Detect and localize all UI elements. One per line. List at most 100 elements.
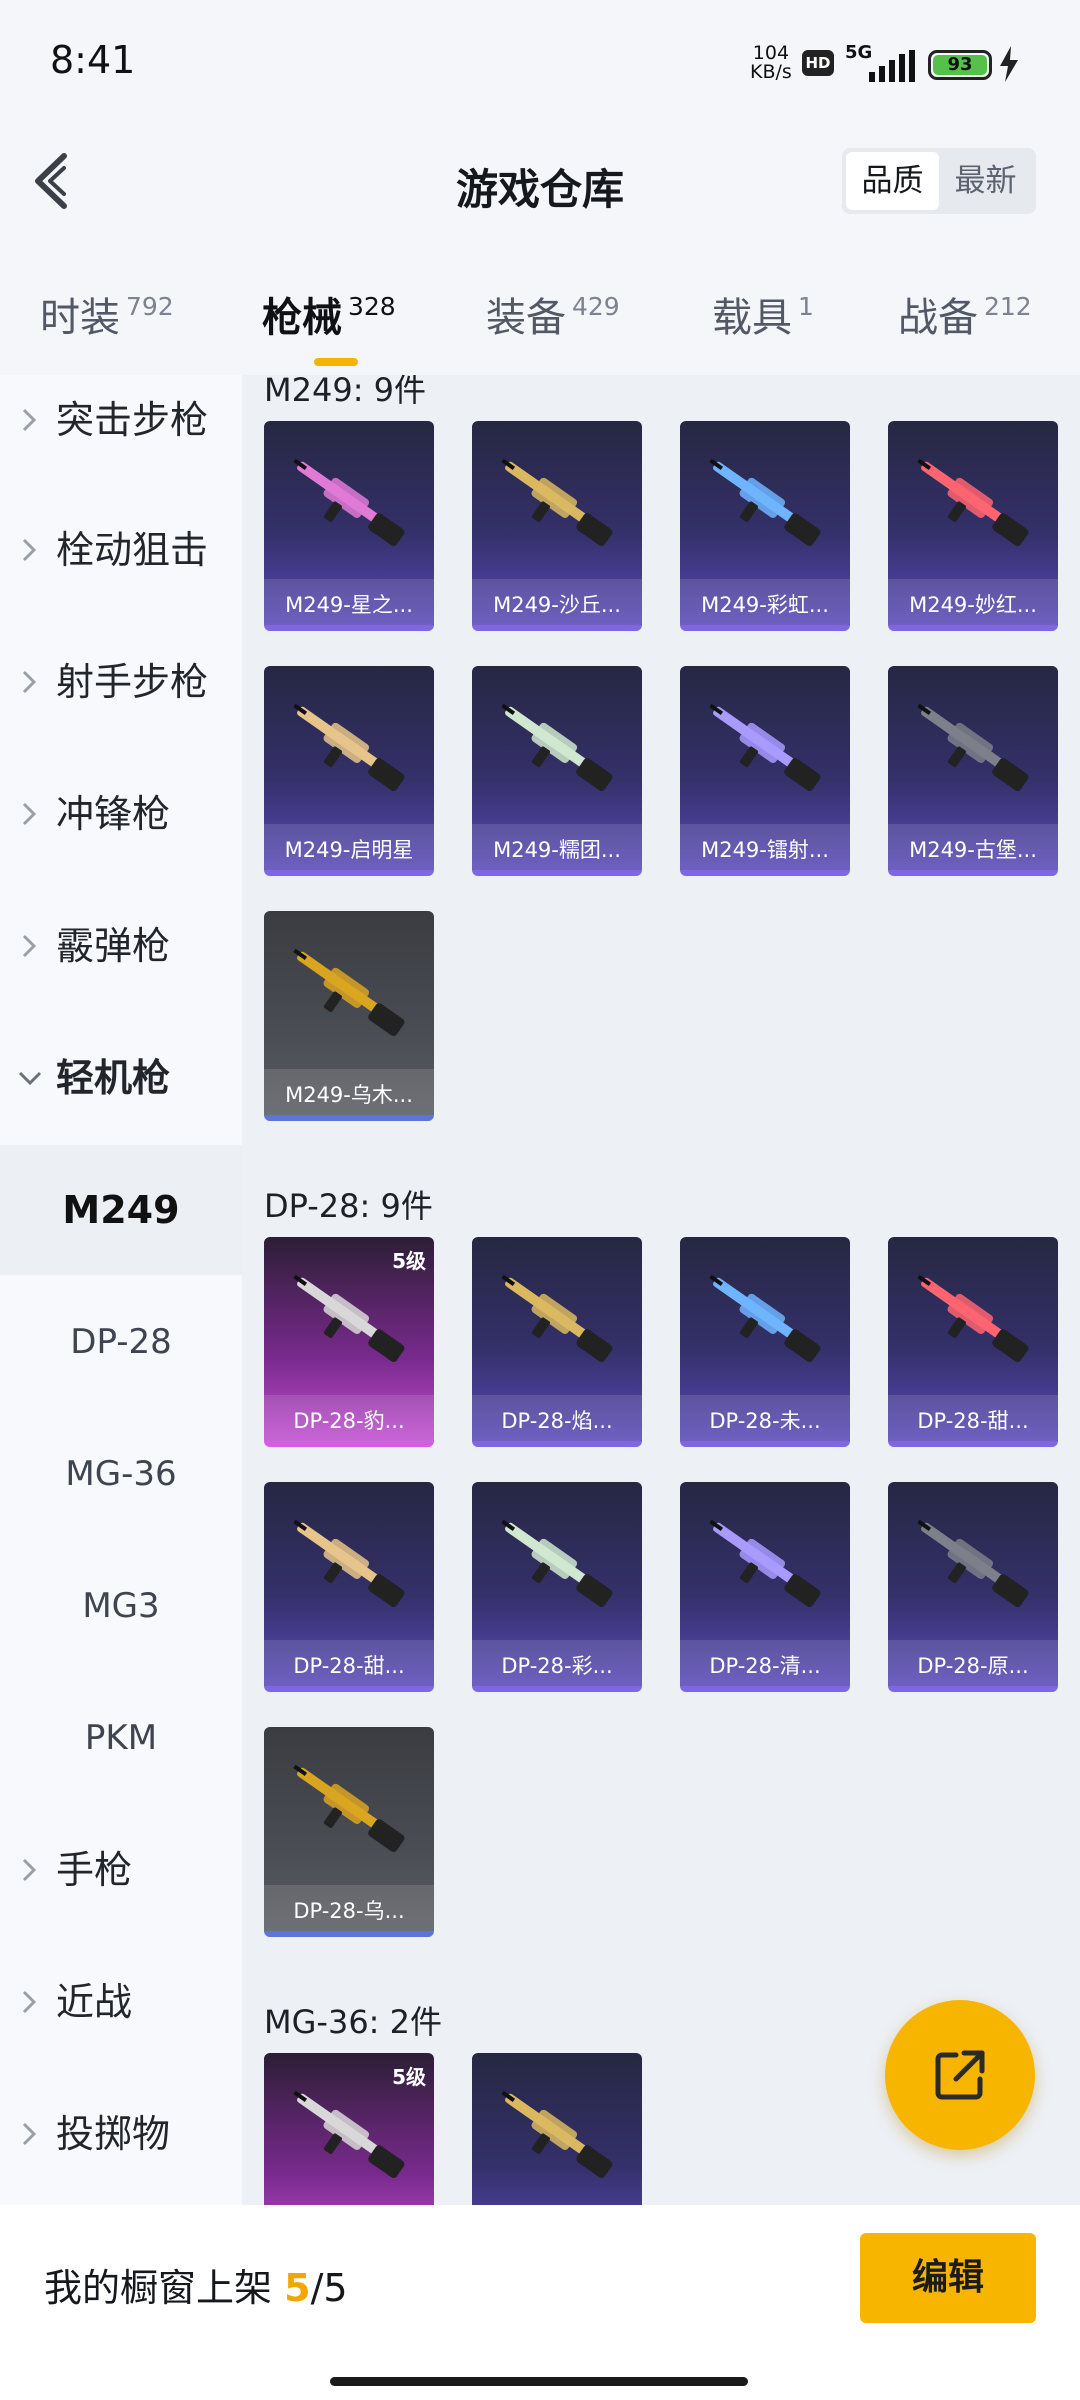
share-button[interactable] <box>885 2000 1035 2150</box>
sidebar-item-pistol[interactable]: 手枪 <box>0 1805 242 1935</box>
sidebar-item-label: 近战 <box>56 1980 133 2024</box>
sidebar-item-lmg[interactable]: 轻机枪 <box>0 1013 242 1143</box>
home-indicator[interactable] <box>330 2377 748 2386</box>
weapon-category-sidebar: 突击步枪 栓动狙击 射手步枪 冲锋枪 霰弹枪 轻机枪 M249 DP-28 MG… <box>0 375 242 2205</box>
weapon-icon <box>709 458 821 546</box>
sidebar-item-bolt-sniper[interactable]: 栓动狙击 <box>0 485 242 615</box>
sidebar-subitem-m249[interactable]: M249 <box>0 1145 242 1275</box>
item-name: M249-彩虹... <box>701 593 829 617</box>
item-card[interactable]: DP-28-乌... <box>264 1727 434 1937</box>
item-card[interactable]: M249-启明星 <box>264 666 434 876</box>
item-card[interactable]: DP-28-焰... <box>472 1237 642 1447</box>
item-name: M249-星之... <box>285 593 413 617</box>
weapon-icon <box>501 458 613 546</box>
sidebar-item-label: 射手步枪 <box>56 660 209 704</box>
item-card[interactable]: M249-妙红... <box>888 421 1058 631</box>
item-grid: M249: 9件 M249-星之... M249-沙丘... M249-彩虹... M2… <box>242 375 1080 2205</box>
network-speed-unit: KB/s <box>750 61 792 83</box>
battery-level: 93 <box>933 55 987 75</box>
item-card[interactable]: 5级 DP-28-豹... <box>264 1237 434 1447</box>
tab-label: 时装 <box>40 295 120 341</box>
sort-option-latest[interactable]: 最新 <box>939 152 1032 210</box>
sidebar-item-smg[interactable]: 冲锋枪 <box>0 749 242 879</box>
tab-fashion[interactable]: 时装 792 <box>40 285 174 365</box>
sidebar-item-marksman-rifle[interactable]: 射手步枪 <box>0 617 242 747</box>
weapon-icon <box>917 1274 1029 1362</box>
sidebar-item-label: 手枪 <box>56 1848 133 1892</box>
chevron-right-icon <box>22 934 37 958</box>
sidebar-item-melee[interactable]: 近战 <box>0 1937 242 2067</box>
sidebar-item-label: 霰弹枪 <box>56 924 171 968</box>
section-header: MG-36: 2件 <box>264 2003 442 2041</box>
item-card[interactable]: M249-彩虹... <box>680 421 850 631</box>
weapon-icon <box>293 948 405 1036</box>
weapon-icon <box>501 2090 613 2178</box>
item-card[interactable]: DP-28-甜... <box>264 1482 434 1692</box>
item-card[interactable]: M249-星之... <box>264 421 434 631</box>
sort-option-quality[interactable]: 品质 <box>846 152 939 210</box>
tab-vehicles[interactable]: 载具 1 <box>712 285 814 365</box>
tab-combat-gear[interactable]: 战备 212 <box>898 285 1032 365</box>
weapon-icon <box>501 1519 613 1607</box>
tab-firearms[interactable]: 枪械 328 <box>262 285 396 365</box>
share-icon <box>935 2050 985 2100</box>
section-header: M249: 9件 <box>264 375 427 409</box>
item-name: M249-镭射... <box>701 838 829 862</box>
showcase-label: 我的橱窗上架 <box>44 2266 273 2310</box>
item-card[interactable]: DP-28-原... <box>888 1482 1058 1692</box>
edit-button[interactable]: 编辑 <box>860 2233 1036 2323</box>
item-card[interactable]: DP-28-清... <box>680 1482 850 1692</box>
sidebar-item-label: 轻机枪 <box>56 1056 171 1100</box>
sidebar-subitem-mg36[interactable]: MG-36 <box>0 1409 242 1539</box>
chevron-right-icon <box>22 1858 37 1882</box>
item-card[interactable]: M249-古堡... <box>888 666 1058 876</box>
weapon-icon <box>293 1519 405 1607</box>
sidebar-subitem-mg3[interactable]: MG3 <box>0 1541 242 1671</box>
item-card[interactable]: M249-乌木... <box>264 911 434 1121</box>
chevron-right-icon <box>22 538 37 562</box>
active-tab-indicator <box>314 358 358 366</box>
tab-label: 装备 <box>486 295 566 341</box>
item-name: M249-糯团... <box>493 838 621 862</box>
weapon-icon <box>709 703 821 791</box>
sidebar-subitem-dp28[interactable]: DP-28 <box>0 1277 242 1407</box>
item-name: M249-妙红... <box>909 593 1037 617</box>
tab-equipment[interactable]: 装备 429 <box>486 285 620 365</box>
sidebar-item-label: 冲锋枪 <box>56 792 171 836</box>
showcase-bar: 我的橱窗上架 5/5 编辑 <box>0 2205 1080 2400</box>
item-card[interactable]: DP-28-彩... <box>472 1482 642 1692</box>
chevron-right-icon <box>22 1990 37 2014</box>
item-card[interactable]: 5级MG-36-沧... <box>264 2053 434 2205</box>
sort-toggle[interactable]: 品质 最新 <box>842 148 1036 214</box>
weapon-icon <box>501 1274 613 1362</box>
sidebar-subitem-pkm[interactable]: PKM <box>0 1673 242 1803</box>
item-name: M249-启明星 <box>284 838 414 862</box>
item-name: M249-乌木... <box>285 1083 413 1107</box>
item-card[interactable]: MG-36-凌... <box>472 2053 642 2205</box>
weapon-icon <box>293 458 405 546</box>
back-button[interactable] <box>24 148 84 214</box>
sidebar-item-throwable[interactable]: 投掷物 <box>0 2069 242 2199</box>
sidebar-item-label: 投掷物 <box>56 2112 171 2156</box>
weapon-icon <box>917 703 1029 791</box>
status-bar: 8:41 104 KB/s HD 5G 93 <box>0 0 1080 130</box>
item-card[interactable]: DP-28-甜... <box>888 1237 1058 1447</box>
item-name: DP-28-清... <box>709 1654 821 1678</box>
back-arrow-icon <box>35 153 67 209</box>
item-card[interactable]: M249-镭射... <box>680 666 850 876</box>
chevron-right-icon <box>22 408 37 432</box>
sidebar-item-label: 栓动狙击 <box>56 528 209 572</box>
chevron-right-icon <box>22 670 37 694</box>
item-card[interactable]: M249-糯团... <box>472 666 642 876</box>
sidebar-item-label: 突击步枪 <box>56 398 209 442</box>
page-title: 游戏仓库 <box>455 165 624 214</box>
item-card[interactable]: DP-28-未... <box>680 1237 850 1447</box>
hd-icon: HD <box>802 50 834 76</box>
item-card[interactable]: M249-沙丘... <box>472 421 642 631</box>
sidebar-item-assault-rifle[interactable]: 突击步枪 <box>0 375 242 485</box>
showcase-total: 5 <box>323 2266 348 2310</box>
chevron-right-icon <box>22 802 37 826</box>
weapon-icon <box>293 2090 405 2178</box>
sidebar-item-shotgun[interactable]: 霰弹枪 <box>0 881 242 1011</box>
showcase-summary: 我的橱窗上架 5/5 <box>44 2257 348 2312</box>
